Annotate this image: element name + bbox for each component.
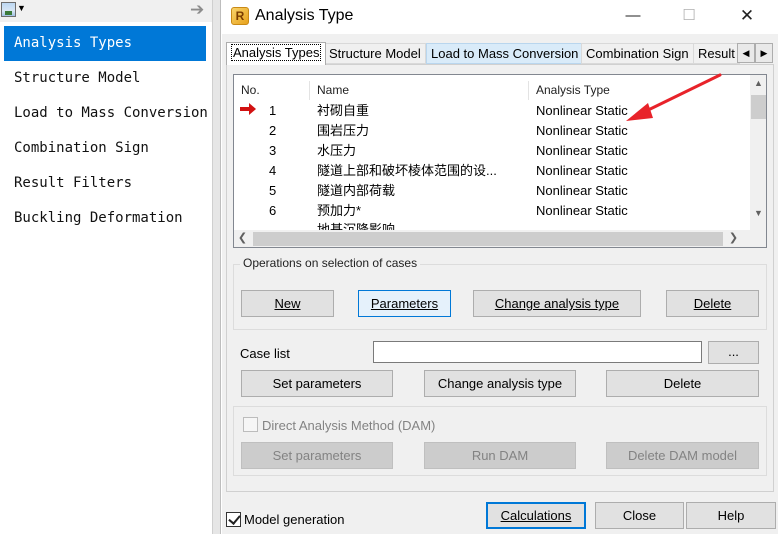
case-analysis-type: Nonlinear Static xyxy=(536,103,628,118)
calculations-button[interactable]: Calculations xyxy=(486,502,586,529)
dam-set-parameters-button: Set parameters xyxy=(241,442,393,469)
button-label: Parameters xyxy=(370,296,439,311)
button-label: Change analysis type xyxy=(494,296,620,311)
tab-scroll-left-icon[interactable]: ◀ xyxy=(737,43,755,63)
case-list-delete-button[interactable]: Delete xyxy=(606,370,759,397)
case-number: 4 xyxy=(269,163,277,178)
case-name: 隧道内部荷载 xyxy=(317,183,396,198)
case-list-label: Case list xyxy=(240,346,290,361)
left-nav-list: Analysis Types Structure Model Load to M… xyxy=(0,26,208,236)
minimize-button[interactable]: — xyxy=(610,0,656,32)
table-row[interactable]: 3 水压力 Nonlinear Static xyxy=(234,141,750,161)
button-label: Delete xyxy=(693,296,732,311)
case-analysis-type: Nonlinear Static xyxy=(536,123,628,138)
table-row[interactable]: 4 隧道上部和破坏棱体范围的设... Nonlinear Static xyxy=(234,161,750,181)
tab-structure-model[interactable]: Structure Model xyxy=(324,43,426,64)
case-list-change-analysis-type-button[interactable]: Change analysis type xyxy=(424,370,576,397)
title-bar: R Analysis Type — ☐ ✕ xyxy=(222,0,778,34)
scroll-thumb[interactable] xyxy=(253,232,723,246)
column-header-name[interactable]: Name xyxy=(310,81,529,100)
case-name: 衬砌自重 xyxy=(317,103,370,118)
current-case-arrow-icon xyxy=(240,103,256,115)
case-number: 5 xyxy=(269,183,277,198)
model-generation-label: Model generation xyxy=(244,512,345,527)
dam-checkbox xyxy=(243,417,258,432)
table-row[interactable]: 5 隧道内部荷载 Nonlinear Static xyxy=(234,181,750,201)
nav-item-load-to-mass-conversion[interactable]: Load to Mass Conversion xyxy=(0,96,208,131)
tab-strip: Analysis Types Structure Model Load to M… xyxy=(226,42,778,65)
button-label: Calculations xyxy=(500,508,572,523)
case-list-input[interactable] xyxy=(373,341,702,363)
case-name: 围岩压力 xyxy=(317,123,370,138)
case-name: 地基沉降影响 xyxy=(317,222,396,230)
tab-analysis-types[interactable]: Analysis Types xyxy=(226,42,327,65)
operations-group-label: Operations on selection of cases xyxy=(240,256,421,270)
case-list-browse-button[interactable]: ... xyxy=(708,341,759,364)
nav-item-result-filters[interactable]: Result Filters xyxy=(0,166,208,201)
scroll-down-icon[interactable]: ▼ xyxy=(750,205,766,222)
model-generation-checkbox[interactable] xyxy=(226,512,241,527)
window-title: Analysis Type xyxy=(255,7,354,24)
tab-result[interactable]: Result xyxy=(693,43,740,64)
new-case-button[interactable]: New xyxy=(241,290,334,317)
table-horizontal-scrollbar[interactable]: ❮ ❯ xyxy=(234,230,766,247)
case-analysis-type: Nonlinear Static xyxy=(536,183,628,198)
scroll-up-icon[interactable]: ▲ xyxy=(750,75,766,92)
left-navigation-pane: ▼ ➔ Analysis Types Structure Model Load … xyxy=(0,0,212,534)
delete-case-button[interactable]: Delete xyxy=(666,290,759,317)
tab-combination-sign[interactable]: Combination Sign xyxy=(581,43,694,64)
case-analysis-type: Nonlinear Static xyxy=(536,163,628,178)
case-name: 水压力 xyxy=(317,143,357,158)
table-row[interactable]: 6 预加力* Nonlinear Static xyxy=(234,201,750,221)
close-button[interactable]: Close xyxy=(595,502,684,529)
tab-label: Analysis Types xyxy=(231,44,322,61)
app-logo-icon: R xyxy=(231,7,249,25)
case-number: 3 xyxy=(269,143,277,158)
table-row[interactable]: 地基沉降影响 xyxy=(234,221,750,230)
view-icon[interactable] xyxy=(1,2,16,17)
nav-item-structure-model[interactable]: Structure Model xyxy=(0,61,208,96)
dam-checkbox-label: Direct Analysis Method (DAM) xyxy=(262,418,436,433)
case-name: 隧道上部和破坏棱体范围的设... xyxy=(317,163,497,178)
column-header-no[interactable]: No. xyxy=(234,81,310,100)
parameters-button[interactable]: Parameters xyxy=(358,290,451,317)
case-analysis-type: Nonlinear Static xyxy=(536,143,628,158)
left-toolbar: ▼ ➔ xyxy=(0,0,212,22)
button-label: New xyxy=(274,296,301,311)
help-button[interactable]: Help xyxy=(686,502,776,529)
case-name: 预加力* xyxy=(317,203,362,218)
run-dam-button: Run DAM xyxy=(424,442,576,469)
case-number: 6 xyxy=(269,203,277,218)
tab-load-to-mass-conversion[interactable]: Load to Mass Conversion xyxy=(426,43,584,64)
maximize-button: ☐ xyxy=(682,7,696,24)
tab-scroll-right-icon[interactable]: ▶ xyxy=(755,43,773,63)
change-analysis-type-button[interactable]: Change analysis type xyxy=(473,290,641,317)
set-parameters-button[interactable]: Set parameters xyxy=(241,370,393,397)
scroll-thumb[interactable] xyxy=(751,95,766,119)
nav-item-analysis-types[interactable]: Analysis Types xyxy=(4,26,206,61)
case-number: 2 xyxy=(269,123,277,138)
annotation-arrow-icon xyxy=(626,73,722,121)
scroll-left-icon[interactable]: ❮ xyxy=(234,230,251,247)
arrow-right-icon[interactable]: ➔ xyxy=(190,0,204,20)
case-analysis-type: Nonlinear Static xyxy=(536,203,628,218)
nav-item-buckling-deformation[interactable]: Buckling Deformation xyxy=(0,201,208,236)
scroll-right-icon[interactable]: ❯ xyxy=(725,230,742,247)
delete-dam-model-button: Delete DAM model xyxy=(606,442,759,469)
case-number: 1 xyxy=(269,103,277,118)
pane-splitter[interactable] xyxy=(212,0,221,534)
table-vertical-scrollbar[interactable]: ▲ ▼ xyxy=(750,75,766,231)
close-window-button[interactable]: ✕ xyxy=(724,0,770,32)
caret-down-icon[interactable]: ▼ xyxy=(17,3,26,13)
nav-item-combination-sign[interactable]: Combination Sign xyxy=(0,131,208,166)
